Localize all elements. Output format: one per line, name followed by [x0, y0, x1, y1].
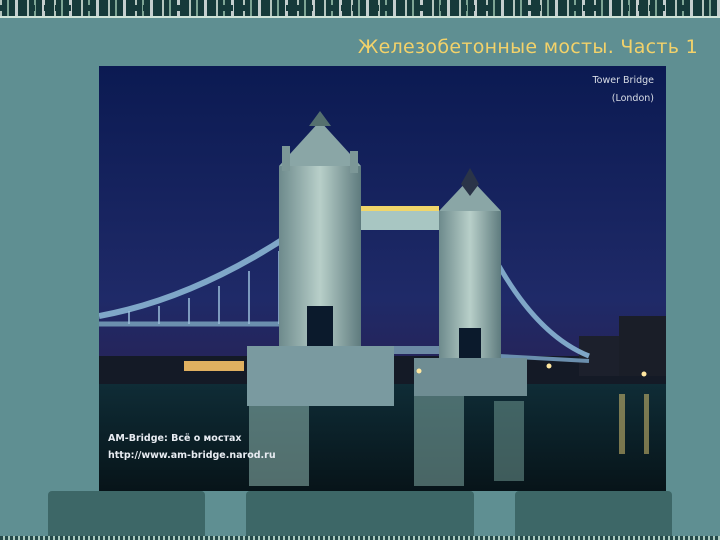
decorative-header-strip: [0, 0, 720, 18]
photo-credit-site: AM-Bridge: Всё о мостах: [108, 433, 242, 444]
slide-title: Железобетонные мосты. Часть 1: [357, 36, 698, 58]
decorative-footer-strip: [0, 536, 720, 540]
photo-credit-url: http://www.am-bridge.narod.ru: [108, 450, 276, 461]
photo-caption-location: (London): [611, 93, 654, 104]
footer-box-center: [246, 491, 474, 540]
footer-box-right: [515, 491, 672, 540]
footer-box-left: [48, 491, 205, 540]
photo-caption-title: Tower Bridge: [592, 75, 654, 86]
tower-bridge-photo: Tower Bridge (London) AM-Bridge: Всё о м…: [99, 66, 666, 491]
